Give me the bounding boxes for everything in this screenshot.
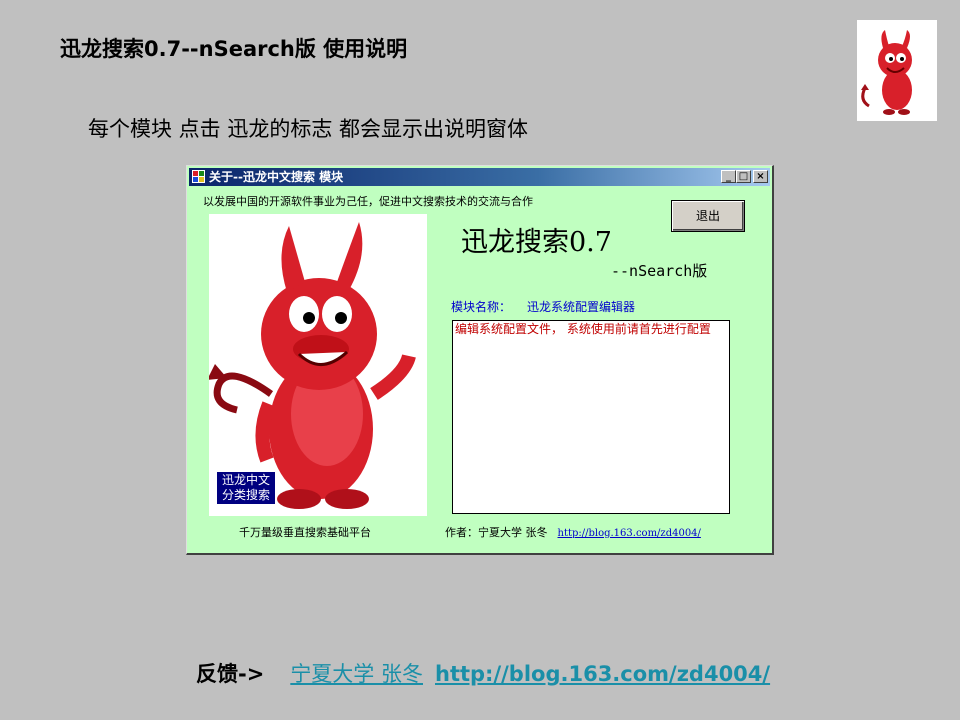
module-name-label: 模块名称：	[451, 300, 512, 314]
mascot-caption-line-1: 迅龙中文	[221, 473, 270, 487]
mascot-caption-line-2: 分类搜索	[221, 488, 270, 502]
mascot-image[interactable]: 迅龙中文 分类搜索	[209, 214, 427, 516]
feedback-url[interactable]: http://blog.163.com/zd4004/	[435, 662, 770, 686]
minimize-button[interactable]: _	[721, 170, 736, 183]
slide-title: 迅龙搜索0.7--nSearch版 使用说明	[60, 37, 408, 61]
app-icon[interactable]	[192, 170, 205, 183]
module-name-value: 迅龙系统配置编辑器	[527, 300, 636, 314]
module-name-row: 模块名称： 迅龙系统配置编辑器	[451, 298, 635, 315]
feedback-link[interactable]: 宁夏大学 张冬 http://blog.163.com/zd4004/	[290, 662, 770, 686]
window-title: 关于--迅龙中文搜索 模块	[209, 170, 344, 184]
devil-mascot-icon[interactable]	[857, 20, 937, 121]
description-textbox[interactable]: 编辑系统配置文件， 系统使用前请首先进行配置	[452, 320, 730, 514]
author-link[interactable]: http://blog.163.com/zd4004/	[558, 528, 701, 539]
platform-text: 千万量级垂直搜索基础平台	[239, 526, 371, 539]
feedback-name[interactable]: 宁夏大学 张冬	[290, 662, 423, 686]
feedback-footer: 反馈-> 宁夏大学 张冬 http://blog.163.com/zd4004/	[196, 658, 770, 688]
maximize-button[interactable]: □	[736, 170, 751, 183]
author-row: 作者：宁夏大学 张冬 http://blog.163.com/zd4004/	[445, 524, 701, 540]
app-subtitle: --nSearch版	[611, 262, 708, 280]
author-text: 作者：宁夏大学 张冬	[445, 526, 548, 539]
app-title: 迅龙搜索0.7	[461, 227, 612, 258]
exit-button[interactable]: 退出	[671, 200, 745, 232]
window-titlebar[interactable]: 关于--迅龙中文搜索 模块 _ □ ×	[189, 168, 770, 186]
mascot-caption: 迅龙中文 分类搜索	[217, 472, 275, 504]
window-body: 以发展中国的开源软件事业为己任，促进中文搜索技术的交流与合作 迅龙中文 分类搜索…	[187, 188, 772, 553]
slide-subtitle: 每个模块 点击 迅龙的标志 都会显示出说明窗体	[88, 117, 529, 141]
about-window: 关于--迅龙中文搜索 模块 _ □ × 以发展中国的开源软件事业为己任，促进中文…	[186, 165, 774, 555]
mission-text: 以发展中国的开源软件事业为己任，促进中文搜索技术的交流与合作	[203, 195, 533, 208]
close-button[interactable]: ×	[753, 170, 768, 183]
feedback-label: 反馈->	[196, 662, 265, 686]
